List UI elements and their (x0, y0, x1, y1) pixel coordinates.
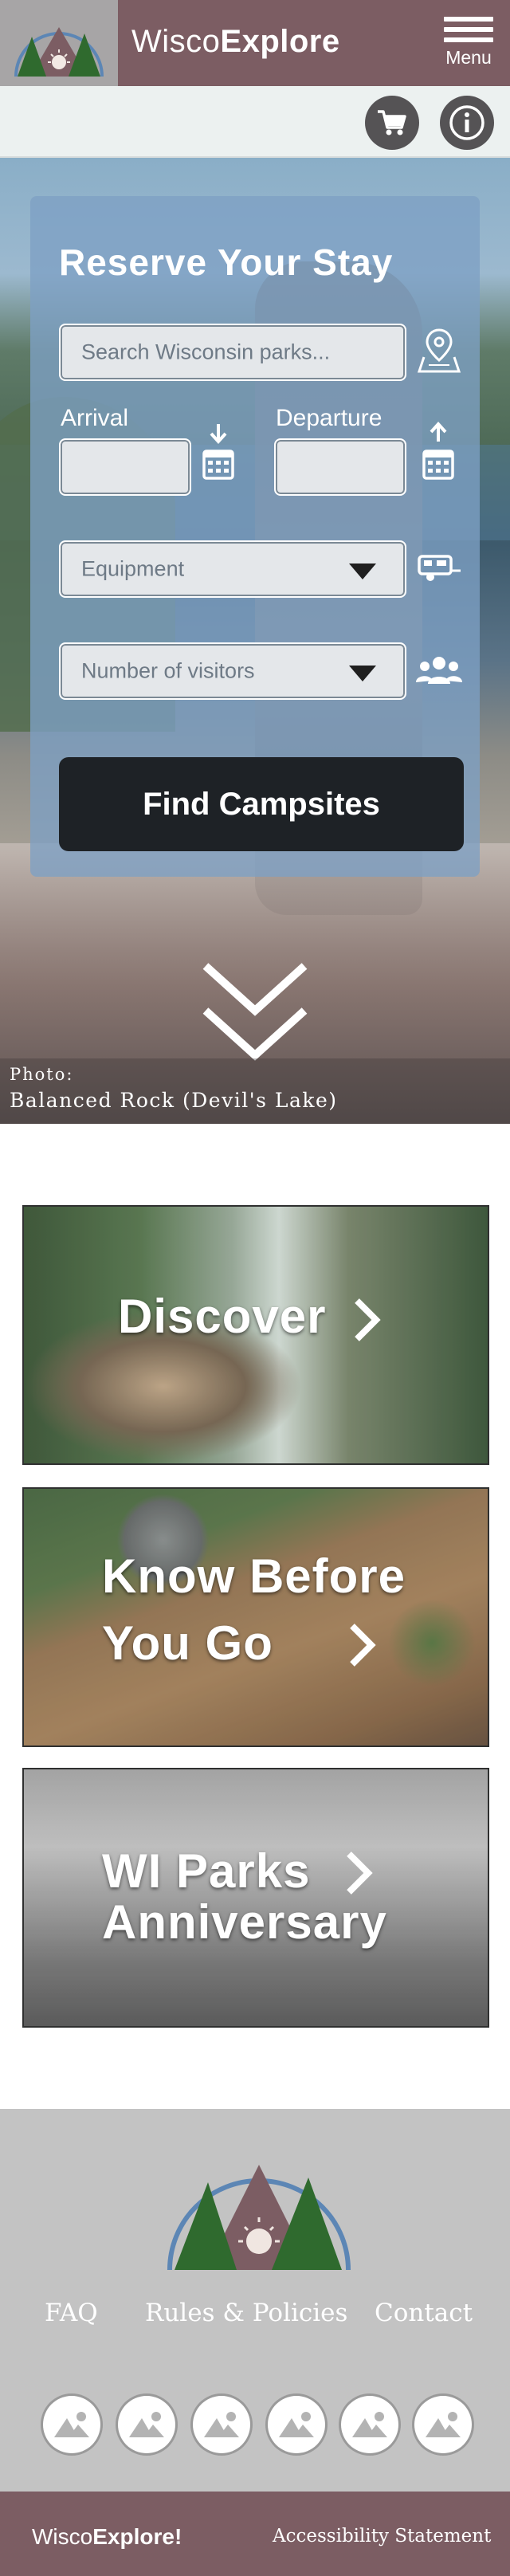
know-before-title-line1: Know Before (102, 1549, 406, 1603)
discover-title: Discover (118, 1290, 327, 1343)
bottom-brand-bold: Explore! (92, 2524, 182, 2549)
photo-credit-label: Photo: (10, 1065, 74, 1084)
chevron-down-icon (349, 564, 376, 579)
scroll-down-icon[interactable] (198, 955, 312, 1066)
logo-icon (14, 27, 104, 77)
anniversary-title-line2: Anniversary (102, 1895, 387, 1949)
equipment-value: Equipment (81, 556, 185, 581)
chevron-right-icon (355, 1298, 381, 1341)
site-logo[interactable] (0, 0, 118, 86)
know-before-title-line2: You Go (102, 1616, 273, 1670)
anniversary-card[interactable]: WI Parks Anniversary (22, 1768, 489, 2028)
arrival-date-input[interactable] (59, 438, 191, 496)
bottom-brand-light: Wisco (32, 2524, 93, 2549)
photo-credit-name: Balanced Rock (Devil's Lake) (10, 1089, 338, 1112)
reserve-title: Reserve Your Stay (59, 242, 394, 283)
info-icon (449, 105, 484, 140)
map-pin-icon (418, 328, 461, 373)
departure-label: Departure (276, 405, 382, 431)
chevron-right-icon (347, 1852, 373, 1895)
departure-date-input[interactable] (274, 438, 406, 496)
image-icon (54, 2412, 89, 2437)
cart-icon (378, 110, 406, 135)
site-header: WiscoExplore Menu (0, 0, 510, 86)
footer-link-faq[interactable]: FAQ (45, 2299, 98, 2327)
park-search-input[interactable]: Search Wisconsin parks... (59, 324, 406, 381)
users-icon (416, 657, 462, 684)
social-link-6[interactable] (414, 2396, 472, 2453)
equipment-select[interactable]: Equipment (59, 540, 406, 598)
arrival-calendar-icon[interactable] (201, 421, 236, 485)
image-icon (426, 2412, 461, 2437)
hamburger-bar (444, 27, 493, 32)
know-before-card[interactable]: Know Before You Go (22, 1487, 489, 1747)
reserve-panel: Reserve Your Stay Search Wisconsin parks… (30, 196, 480, 877)
hamburger-icon (444, 17, 493, 22)
brand-light: Wisco (131, 24, 221, 59)
social-link-4[interactable] (268, 2396, 325, 2453)
brand-name[interactable]: WiscoExplore (131, 24, 340, 60)
info-button[interactable] (440, 96, 494, 150)
cart-button[interactable] (365, 96, 419, 150)
accessibility-statement-link[interactable]: Accessibility Statement (273, 2526, 491, 2547)
social-link-5[interactable] (341, 2396, 398, 2453)
anniversary-title-line1: WI Parks (102, 1844, 311, 1898)
visitors-value: Number of visitors (81, 658, 255, 683)
footer-logo-icon[interactable] (163, 2122, 355, 2278)
discover-card[interactable]: Discover (22, 1205, 489, 1465)
menu-label: Menu (445, 47, 492, 68)
park-search-placeholder: Search Wisconsin parks... (81, 340, 331, 364)
camper-icon (418, 555, 461, 581)
social-link-1[interactable] (43, 2396, 100, 2453)
hero-section: Reserve Your Stay Search Wisconsin parks… (0, 158, 510, 1124)
image-icon (279, 2412, 314, 2437)
footer-link-rules[interactable]: Rules & Policies (145, 2299, 347, 2327)
chevron-down-icon (349, 666, 376, 681)
image-icon (352, 2412, 387, 2437)
footer-link-contact[interactable]: Contact (375, 2299, 473, 2327)
departure-calendar-icon[interactable] (421, 421, 456, 485)
image-icon (204, 2412, 239, 2437)
utility-bar (0, 86, 510, 158)
find-campsites-button[interactable]: Find Campsites (59, 757, 464, 851)
social-link-2[interactable] (118, 2396, 175, 2453)
chevron-right-icon (350, 1624, 376, 1667)
social-link-3[interactable] (193, 2396, 250, 2453)
brand-bold: Explore (220, 24, 340, 59)
image-icon (129, 2412, 164, 2437)
arrival-label: Arrival (61, 405, 129, 431)
menu-button[interactable]: Menu (437, 11, 500, 75)
hamburger-bar (444, 37, 493, 42)
bottom-brand[interactable]: WiscoExplore! (32, 2524, 182, 2550)
visitors-select[interactable]: Number of visitors (59, 642, 406, 700)
